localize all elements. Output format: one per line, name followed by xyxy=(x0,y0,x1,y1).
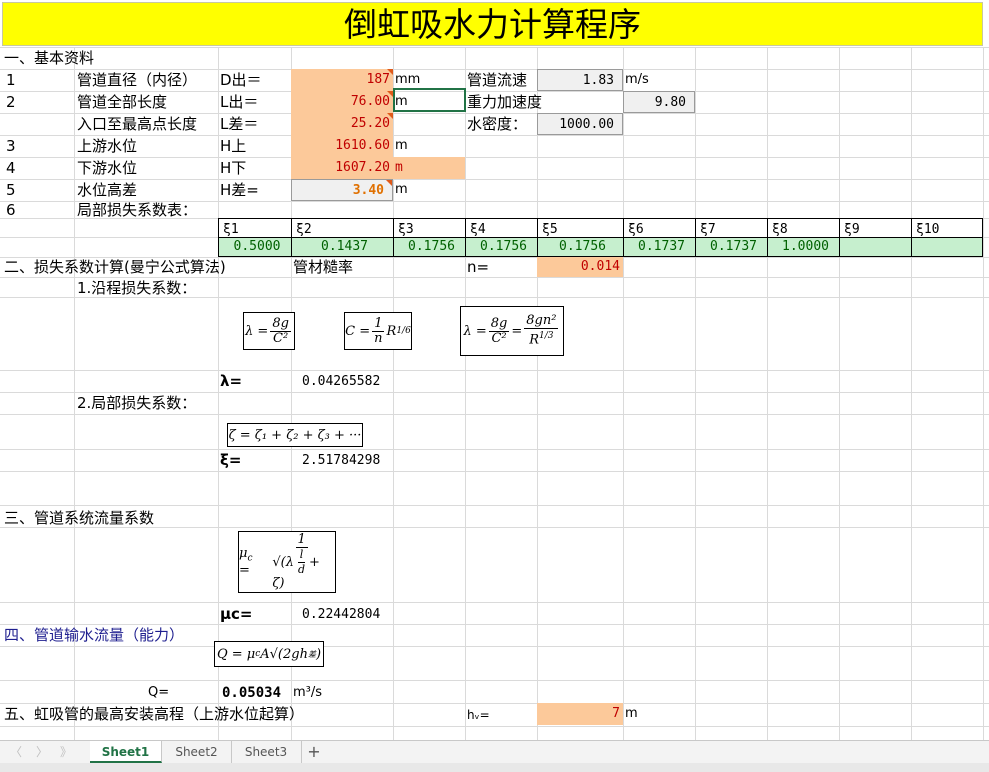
tab-sheet1[interactable]: Sheet1 xyxy=(90,741,162,763)
formula-q: Q = μ c A√(2gh 差) xyxy=(214,641,324,667)
sub-friction-loss[interactable]: 1.沿程损失系数： xyxy=(77,277,196,299)
input-inlet-length[interactable]: 25.20 xyxy=(291,113,393,135)
label-density[interactable]: 水密度： xyxy=(467,113,527,135)
unit-ms[interactable]: m/s xyxy=(625,69,649,91)
worksheet[interactable]: 倒虹吸水力计算程序 一、基本资料 1 管道直径（内径） D出＝ 187 mm 2… xyxy=(0,0,989,740)
symbol-h-down[interactable]: H下 xyxy=(220,157,246,179)
xi-value[interactable]: 0.1756 xyxy=(537,237,624,257)
input-roughness[interactable]: 0.014 xyxy=(537,257,623,277)
xi-value[interactable]: 0.1756 xyxy=(393,237,466,257)
output-q[interactable]: 0.05034 xyxy=(222,682,292,704)
unit-m[interactable]: m xyxy=(395,135,408,157)
unit-m3s[interactable]: m³/s xyxy=(293,682,322,704)
output-mu[interactable]: 0.22442804 xyxy=(302,604,402,626)
symbol-h-up[interactable]: H上 xyxy=(220,135,246,157)
row-num[interactable]: 1 xyxy=(6,69,16,91)
last-sheet-icon[interactable]: 》 xyxy=(60,741,72,763)
xi-value[interactable]: 0.1737 xyxy=(695,237,768,257)
section-max-elevation[interactable]: 五、虹吸管的最高安装高程（上游水位起算） xyxy=(4,703,304,725)
section-flow-capacity[interactable]: 四、管道输水流量（能力） xyxy=(4,624,184,646)
formula-mu: μc = 1 √(λ l d + ζ) xyxy=(238,531,336,593)
first-sheet-icon[interactable]: 〈 xyxy=(10,741,22,763)
xi-value[interactable] xyxy=(839,237,912,257)
xi-value[interactable] xyxy=(911,237,983,257)
formula-xi-sum: ζ = ζ₁ + ζ₂ + ζ₃ + ··· xyxy=(227,423,363,447)
section-loss-coef[interactable]: 二、损失系数计算(曼宁公式算法) xyxy=(4,256,226,278)
label-q[interactable]: Q= xyxy=(148,682,169,704)
row-num[interactable]: 3 xyxy=(6,135,16,157)
selected-cell[interactable] xyxy=(393,88,466,112)
label-hv[interactable]: hᵥ= xyxy=(467,704,490,726)
unit-m-cell[interactable]: m xyxy=(393,157,465,179)
xi-value[interactable]: 0.1737 xyxy=(623,237,696,257)
label-inlet-length[interactable]: 入口至最高点长度 xyxy=(77,113,197,135)
label-flow-velocity[interactable]: 管道流速 xyxy=(467,69,527,91)
symbol-h-diff[interactable]: H差= xyxy=(220,179,259,201)
xi-value[interactable]: 0.1756 xyxy=(465,237,538,257)
value-density[interactable]: 1000.00 xyxy=(537,113,623,135)
label-pipe-diameter[interactable]: 管道直径（内径） xyxy=(77,69,197,91)
output-level-diff[interactable]: 3.40 xyxy=(291,179,393,201)
label-upstream-level[interactable]: 上游水位 xyxy=(77,135,137,157)
next-sheet-icon[interactable]: 〉 xyxy=(36,741,48,763)
input-pipe-length[interactable]: 76.00 xyxy=(291,91,393,113)
symbol-l[interactable]: L出＝ xyxy=(220,91,258,113)
symbol-l-diff[interactable]: L差＝ xyxy=(220,113,258,135)
unit-m[interactable]: m xyxy=(625,703,638,725)
label-local-loss-table[interactable]: 局部损失系数表： xyxy=(77,199,197,221)
label-n[interactable]: n= xyxy=(467,256,489,278)
unit-m[interactable]: m xyxy=(395,179,408,201)
input-upstream-level[interactable]: 1610.60 xyxy=(291,135,393,157)
row-num[interactable]: 4 xyxy=(6,157,16,179)
label-lambda[interactable]: λ= xyxy=(220,370,242,392)
formula-lambda: λ = 8g C² xyxy=(243,312,295,350)
tab-sheet3[interactable]: Sheet3 xyxy=(231,741,302,763)
symbol-d[interactable]: D出＝ xyxy=(220,69,262,91)
output-flow-velocity[interactable]: 1.83 xyxy=(537,69,623,91)
label-level-diff[interactable]: 水位高差 xyxy=(77,179,137,201)
formula-lambda-manning: λ = 8g C² = 8gn² R1/3 xyxy=(460,306,564,356)
label-xi[interactable]: ξ= xyxy=(220,449,241,471)
value-gravity[interactable]: 9.80 xyxy=(623,91,695,113)
section-basic-data[interactable]: 一、基本资料 xyxy=(4,47,94,69)
row-num[interactable]: 6 xyxy=(6,199,16,221)
row-num[interactable]: 2 xyxy=(6,91,16,113)
row-num[interactable]: 5 xyxy=(6,179,16,201)
input-pipe-diameter[interactable]: 187 xyxy=(291,69,393,91)
output-lambda[interactable]: 0.04265582 xyxy=(302,371,402,393)
xi-value[interactable]: 0.5000 xyxy=(218,237,292,257)
xi-value[interactable]: 1.0000 xyxy=(767,237,840,257)
sub-local-loss[interactable]: 2.局部损失系数： xyxy=(77,392,196,414)
tab-sheet2[interactable]: Sheet2 xyxy=(162,741,232,763)
output-xi[interactable]: 2.51784298 xyxy=(302,450,402,472)
formula-chezy: C = 1 n R 1/6 xyxy=(344,312,412,350)
sheet-tab-bar: 〈 〉 》 Sheet1 Sheet2 Sheet3 + xyxy=(0,740,989,763)
label-downstream-level[interactable]: 下游水位 xyxy=(77,157,137,179)
add-sheet-icon[interactable]: + xyxy=(303,741,325,763)
sheet-title[interactable]: 倒虹吸水力计算程序 xyxy=(2,2,983,46)
label-gravity[interactable]: 重力加速度 xyxy=(467,91,542,113)
label-roughness[interactable]: 管材糙率 xyxy=(293,256,353,278)
input-downstream-level[interactable]: 1607.20 xyxy=(291,157,393,179)
horizontal-scrollbar[interactable] xyxy=(0,763,989,772)
section-flow-coef[interactable]: 三、管道系统流量系数 xyxy=(4,507,154,529)
label-pipe-length[interactable]: 管道全部长度 xyxy=(77,91,167,113)
xi-value[interactable]: 0.1437 xyxy=(291,237,394,257)
input-hv[interactable]: 7 xyxy=(537,703,623,725)
label-mu[interactable]: μc= xyxy=(220,603,253,625)
